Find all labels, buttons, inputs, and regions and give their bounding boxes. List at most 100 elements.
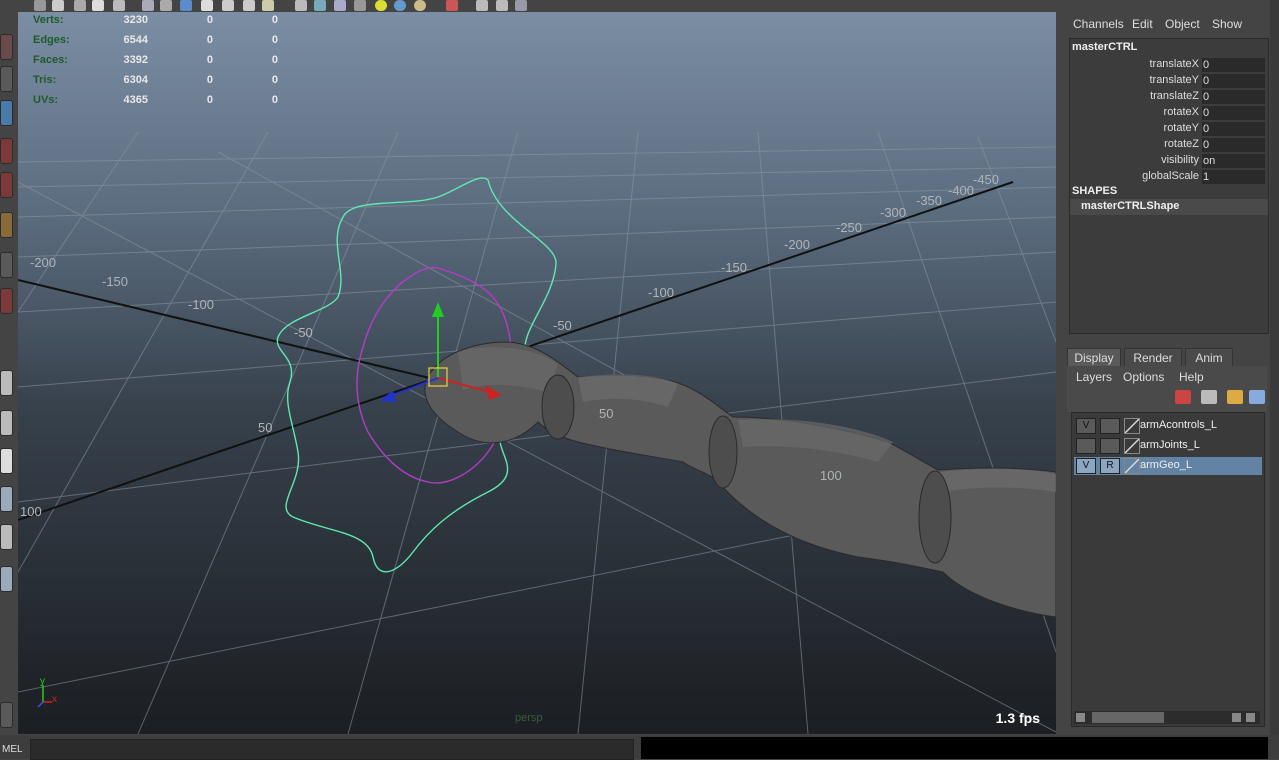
layer-visibility-toggle[interactable] — [1076, 438, 1096, 454]
ipr-icon[interactable] — [74, 0, 86, 11]
checker-icon[interactable] — [354, 0, 366, 11]
tab-render[interactable]: Render — [1124, 348, 1182, 367]
lasso-tool-icon[interactable] — [0, 66, 13, 92]
menu-layers[interactable]: Layers — [1076, 370, 1112, 384]
lights-icon[interactable] — [201, 0, 213, 11]
share-icon[interactable] — [515, 0, 527, 11]
layer-add-selected-icon[interactable] — [1249, 390, 1265, 404]
hypershade-icon[interactable] — [113, 0, 125, 11]
select-arrow-icon[interactable] — [446, 0, 458, 11]
layer-display-type-toggle[interactable] — [1100, 418, 1120, 434]
layer-name[interactable]: armGeo_L — [1140, 459, 1192, 471]
attribute-name[interactable]: globalScale — [1142, 170, 1199, 182]
attribute-name[interactable]: rotateZ — [1164, 138, 1199, 150]
layer-color-swatch[interactable] — [1124, 418, 1140, 434]
layout-graph-icon[interactable] — [0, 524, 13, 550]
menu-show[interactable]: Show — [1212, 17, 1242, 31]
last-tool-icon[interactable] — [0, 288, 13, 314]
attribute-row[interactable]: rotateX 0 — [1070, 105, 1268, 121]
layer-visibility-toggle[interactable]: V — [1076, 458, 1096, 474]
menu-help[interactable]: Help — [1179, 370, 1204, 384]
layer-visibility-toggle[interactable]: V — [1076, 418, 1096, 434]
horizontal-scrollbar[interactable] — [1074, 711, 1260, 724]
layout-single-icon[interactable] — [0, 370, 13, 396]
menu-edit[interactable]: Edit — [1132, 17, 1153, 31]
menu-options[interactable]: Options — [1123, 370, 1164, 384]
scale-tool-icon[interactable] — [0, 212, 13, 238]
arm-geometry[interactable] — [424, 341, 1056, 618]
rotate-tool-icon[interactable] — [0, 172, 13, 198]
textured-icon[interactable] — [180, 0, 192, 11]
attribute-row[interactable]: rotateY 0 — [1070, 121, 1268, 137]
attribute-row[interactable]: translateX 0 — [1070, 57, 1268, 73]
command-input[interactable] — [30, 739, 634, 760]
scroll-end-icon[interactable] — [1246, 713, 1255, 722]
attribute-row[interactable]: globalScale 1 — [1070, 169, 1268, 185]
scroll-thumb[interactable] — [1092, 712, 1164, 723]
new-layer-empty-icon[interactable] — [1227, 390, 1243, 404]
layer-row[interactable]: armJoints_L — [1074, 437, 1262, 455]
attribute-name[interactable]: translateX — [1149, 58, 1199, 70]
tab-anim[interactable]: Anim — [1185, 348, 1233, 367]
layout-custom-icon[interactable] — [0, 702, 13, 728]
attribute-value-field[interactable]: 0 — [1202, 74, 1265, 88]
menu-channels[interactable]: Channels — [1073, 17, 1124, 31]
attribute-value-field[interactable]: 1 — [1202, 170, 1265, 184]
paint-select-icon[interactable] — [0, 100, 13, 126]
layout-outliner-icon[interactable] — [0, 486, 13, 512]
attribute-name[interactable]: rotateY — [1164, 122, 1199, 134]
sphere-icon[interactable] — [394, 0, 406, 11]
menu-object[interactable]: Object — [1165, 17, 1200, 31]
attribute-value-field[interactable]: 0 — [1202, 58, 1265, 72]
shape-row[interactable]: masterCTRLShape — [1070, 199, 1268, 215]
layout-split-icon[interactable] — [0, 448, 13, 474]
xray-icon[interactable] — [243, 0, 255, 11]
attribute-row[interactable]: rotateZ 0 — [1070, 137, 1268, 153]
select-tool-icon[interactable] — [0, 34, 13, 60]
object-name[interactable]: masterCTRL — [1072, 41, 1137, 53]
layer-display-type-toggle[interactable]: R — [1100, 458, 1120, 474]
attribute-value-field[interactable]: 0 — [1202, 138, 1265, 152]
layout-four-icon[interactable] — [0, 410, 13, 436]
gold-sphere-icon[interactable] — [414, 0, 426, 11]
attribute-name[interactable]: visibility — [1161, 154, 1199, 166]
render-icon[interactable] — [52, 0, 64, 11]
manipulator-icon[interactable] — [0, 252, 13, 278]
layer-name[interactable]: armJoints_L — [1140, 439, 1200, 451]
attribute-row[interactable]: visibility on — [1070, 153, 1268, 169]
render-settings-icon[interactable] — [92, 0, 104, 11]
cube-shaded-icon[interactable] — [314, 0, 326, 11]
texture-icon[interactable] — [262, 0, 274, 11]
isolate-icon[interactable] — [476, 0, 488, 11]
attribute-name[interactable]: translateY — [1149, 74, 1199, 86]
attribute-row[interactable]: translateZ 0 — [1070, 89, 1268, 105]
layer-name[interactable]: armAcontrols_L — [1140, 419, 1217, 431]
wireframe-icon[interactable] — [142, 0, 154, 11]
new-layer-icon[interactable] — [1201, 390, 1217, 404]
attribute-name[interactable]: translateZ — [1150, 90, 1199, 102]
new-layer-selected-icon[interactable] — [1175, 390, 1191, 404]
layer-display-type-toggle[interactable] — [1100, 438, 1120, 454]
attribute-value-field[interactable]: on — [1202, 154, 1265, 168]
attribute-row[interactable]: translateY 0 — [1070, 73, 1268, 89]
shadows-icon[interactable] — [222, 0, 234, 11]
smooth-shade-icon[interactable] — [160, 0, 172, 11]
mel-label[interactable]: MEL — [2, 744, 23, 755]
scroll-left-icon[interactable] — [1076, 713, 1085, 722]
attribute-value-field[interactable]: 0 — [1202, 106, 1265, 120]
cube-icon[interactable] — [295, 0, 307, 11]
layer-color-swatch[interactable] — [1124, 458, 1140, 474]
scroll-right-icon[interactable] — [1232, 713, 1241, 722]
attribute-value-field[interactable]: 0 — [1202, 90, 1265, 104]
move-tool-icon[interactable] — [0, 138, 13, 164]
attribute-value-field[interactable]: 0 — [1202, 122, 1265, 136]
attribute-editor-tab-strip[interactable] — [1270, 0, 1279, 735]
layout-hypershade-icon[interactable] — [0, 566, 13, 592]
cube-textured-icon[interactable] — [334, 0, 346, 11]
tab-display[interactable]: Display — [1067, 348, 1121, 367]
layer-row[interactable]: VarmAcontrols_L — [1074, 417, 1262, 435]
persp-viewport[interactable]: Verts: 3230 0 0 Edges: 6544 0 0 Faces: 3392 0 0 Tris… — [18, 12, 1056, 734]
frame-icon[interactable] — [496, 0, 508, 11]
layer-color-swatch[interactable] — [1124, 438, 1140, 454]
snap-icon[interactable] — [34, 0, 46, 11]
